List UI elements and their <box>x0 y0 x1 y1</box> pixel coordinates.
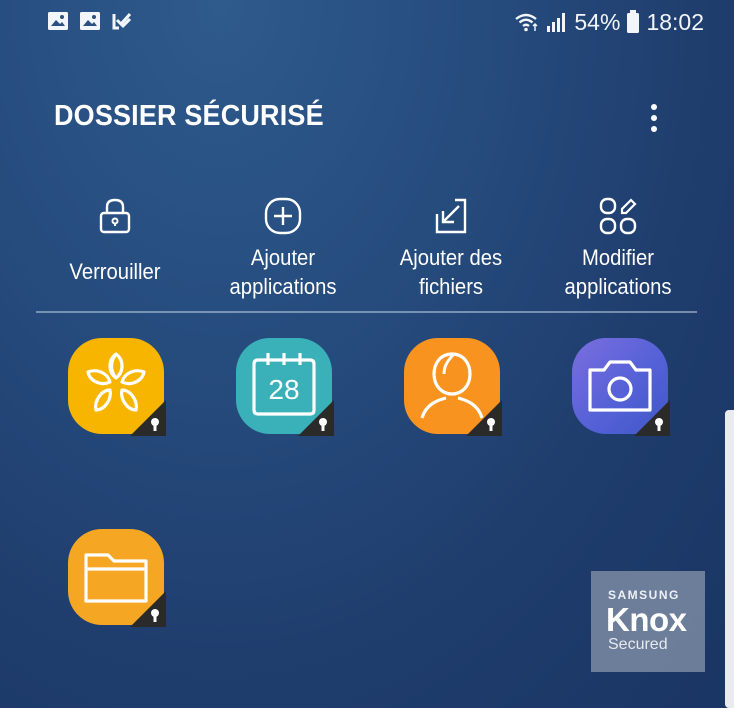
import-file-icon <box>435 198 467 234</box>
more-options-button[interactable] <box>640 100 668 136</box>
edit-apps-label-line1: Modifier <box>582 245 654 270</box>
secure-lock-badge <box>466 400 502 436</box>
task-check-icon <box>112 12 132 30</box>
knox-brand: SAMSUNG <box>608 588 680 602</box>
camera-app[interactable] <box>572 338 672 438</box>
edit-apps-icon <box>599 197 637 235</box>
knox-product: Knox <box>606 601 687 638</box>
calendar-day: 28 <box>268 374 299 405</box>
add-files-button[interactable]: Ajouter des fichiers <box>366 196 536 301</box>
add-apps-label-line2: applications <box>229 274 337 299</box>
edit-apps-button[interactable]: Modifier applications <box>533 196 703 301</box>
signal-icon <box>547 13 566 32</box>
wifi-icon <box>515 13 538 32</box>
divider <box>36 311 697 313</box>
lock-button[interactable]: Verrouiller <box>30 196 200 286</box>
clock: 18:02 <box>646 8 704 35</box>
knox-secured-badge: SAMSUNG Knox Secured <box>591 571 705 672</box>
secure-lock-badge <box>634 400 670 436</box>
scrollbar[interactable] <box>725 410 734 708</box>
image-icon <box>80 12 100 30</box>
lock-label: Verrouiller <box>69 259 161 284</box>
add-square-icon <box>264 197 302 235</box>
calendar-app[interactable]: 28 <box>236 338 336 438</box>
battery-percent: 54% <box>574 8 621 35</box>
battery-icon <box>627 10 640 33</box>
more-vertical-icon <box>651 104 657 110</box>
add-files-label-line1: Ajouter des <box>399 245 503 270</box>
secure-lock-badge <box>130 400 166 436</box>
status-right: 54% 18:02 <box>514 6 704 38</box>
page-title: DOSSIER SÉCURISÉ <box>54 100 324 132</box>
lock-icon <box>99 198 131 234</box>
my-files-app[interactable] <box>68 529 168 629</box>
add-apps-label-line1: Ajouter <box>250 245 316 270</box>
secure-lock-badge <box>130 591 166 627</box>
add-files-label-line2: fichiers <box>418 274 484 299</box>
status-bar: 54% 18:02 <box>0 0 734 44</box>
add-apps-button[interactable]: Ajouter applications <box>198 196 368 301</box>
knox-status: Secured <box>608 636 668 653</box>
contacts-app[interactable] <box>404 338 504 438</box>
image-icon <box>48 12 68 30</box>
gallery-app[interactable] <box>68 338 168 438</box>
secure-lock-badge <box>298 400 334 436</box>
edit-apps-label-line2: applications <box>564 274 672 299</box>
